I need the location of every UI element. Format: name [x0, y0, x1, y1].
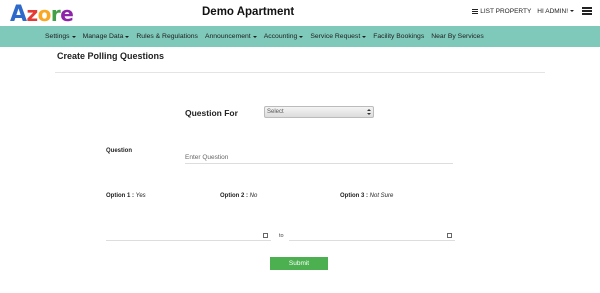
calendar-icon[interactable]	[263, 233, 268, 238]
nav-item-service-request[interactable]: Service Request	[310, 33, 367, 40]
select-arrows-icon	[367, 108, 371, 116]
list-property-link[interactable]: LIST PROPERTY	[472, 8, 531, 15]
nav-item-rules-regulations[interactable]: Rules & Regulations	[136, 33, 198, 40]
option-1-label: Option 1 :	[106, 193, 134, 199]
calendar-icon[interactable]	[447, 233, 452, 238]
header: Azore Demo Apartment LIST PROPERTY HI AD…	[0, 0, 600, 26]
option-2: Option 2 : No	[220, 193, 257, 199]
date-range-to-label: to	[279, 233, 284, 239]
list-property-label: LIST PROPERTY	[480, 7, 532, 15]
nav-item-announcement[interactable]: Announcement	[205, 33, 257, 40]
nav-item-accounting[interactable]: Accounting	[264, 33, 304, 40]
option-3: Option 3 : Not Sure	[340, 193, 393, 199]
divider	[55, 72, 545, 73]
option-3-label: Option 3 :	[340, 193, 368, 199]
chevron-down-icon	[299, 35, 304, 38]
nav-item-near-by-services[interactable]: Near By Services	[431, 33, 484, 40]
site-title: Demo Apartment	[202, 6, 295, 18]
chevron-down-icon	[362, 35, 367, 38]
submit-button[interactable]: Submit	[270, 257, 328, 270]
logo[interactable]: Azore	[10, 3, 74, 26]
chevron-down-icon	[570, 10, 574, 12]
header-actions: LIST PROPERTY HI ADMIN!	[472, 7, 592, 15]
chevron-down-icon	[71, 35, 76, 38]
user-menu-label: HI ADMIN!	[537, 7, 568, 15]
nav-item-settings[interactable]: Settings	[45, 33, 76, 40]
question-label: Question	[106, 148, 133, 154]
option-1: Option 1 : Yes	[106, 193, 146, 199]
option-2-value: No	[249, 193, 258, 199]
hamburger-menu-icon[interactable]	[582, 7, 592, 15]
user-menu[interactable]: HI ADMIN!	[537, 8, 574, 15]
nav-item-manage-data[interactable]: Manage Data	[83, 33, 130, 40]
end-date-field[interactable]	[289, 232, 455, 241]
question-for-select[interactable]: Select	[264, 106, 374, 118]
nav-item-facility-bookings[interactable]: Facility Bookings	[373, 33, 424, 40]
start-date-field[interactable]	[106, 232, 271, 241]
question-for-label: Question For	[185, 108, 238, 118]
chevron-down-icon	[125, 35, 130, 38]
option-3-value: Not Sure	[369, 193, 394, 199]
question-for-selected-value: Select	[267, 109, 284, 115]
chevron-down-icon	[252, 35, 257, 38]
main-nav: Settings Manage Data Rules & Regulations…	[0, 26, 600, 47]
page-title: Create Polling Questions	[57, 51, 165, 61]
question-input[interactable]	[185, 151, 453, 164]
option-1-value: Yes	[135, 193, 146, 199]
list-icon	[472, 8, 479, 14]
option-2-label: Option 2 :	[220, 193, 248, 199]
